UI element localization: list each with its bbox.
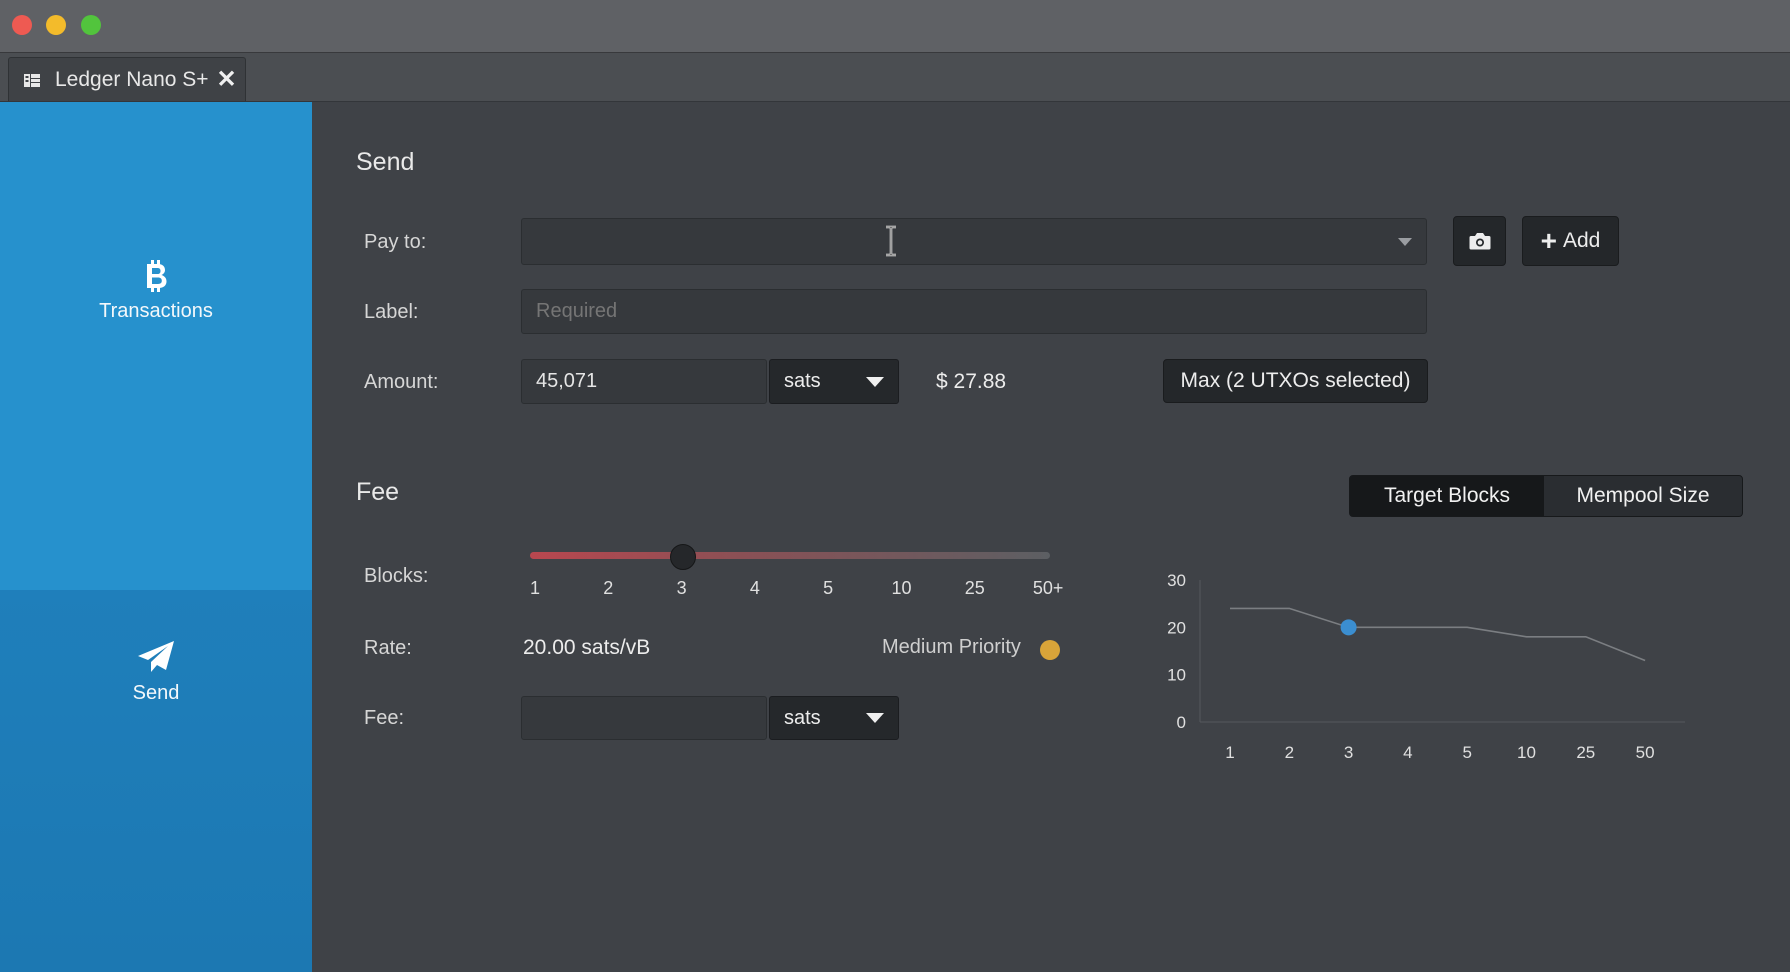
chart-series-line xyxy=(1230,607,1646,662)
chart-selected-point xyxy=(1340,619,1357,636)
bitcoin-icon xyxy=(147,260,167,292)
label-input[interactable] xyxy=(521,289,1427,334)
pay-to-input[interactable] xyxy=(521,218,1427,265)
blocks-tick-label: 2 xyxy=(603,578,614,598)
chart-x-tick-label: 1 xyxy=(1225,743,1234,762)
window-maximize-button[interactable] xyxy=(81,15,101,35)
fee-rate-chart: 0 10 20 30 1 2 3 4 5 10 25 50 xyxy=(1167,571,1685,762)
chart-x-tick-label: 25 xyxy=(1576,743,1595,762)
text-cursor-icon xyxy=(884,225,898,263)
sidebar: Transactions Send xyxy=(0,102,312,972)
blocks-tick-label: 10 xyxy=(891,578,912,598)
wallet-icon xyxy=(23,71,41,89)
priority-indicator xyxy=(1040,640,1060,660)
blocks-tick-label: 3 xyxy=(676,578,687,598)
scan-qr-button[interactable] xyxy=(1453,216,1506,266)
add-recipient-button[interactable]: + Add xyxy=(1522,216,1619,266)
target-blocks-toggle[interactable]: Target Blocks xyxy=(1350,476,1544,516)
chart-y-tick-label: 0 xyxy=(1177,713,1186,732)
sidebar-item-transactions[interactable]: Transactions xyxy=(0,260,312,323)
rate-label: Rate: xyxy=(364,637,412,659)
blocks-label: Blocks: xyxy=(364,565,429,587)
tab-close-icon[interactable]: ✕ xyxy=(217,67,237,92)
mempool-size-toggle[interactable]: Mempool Size xyxy=(1544,476,1742,516)
window-minimize-button[interactable] xyxy=(46,15,66,35)
tab-bar: Ledger Nano S+ ✕ xyxy=(0,53,1790,102)
chart-x-tick-label: 4 xyxy=(1403,743,1412,762)
blocks-tick-label: 1 xyxy=(529,578,541,598)
sidebar-item-label: Send xyxy=(132,682,180,704)
chart-x-tick-label: 5 xyxy=(1462,743,1471,762)
fee-input[interactable] xyxy=(521,696,767,740)
amount-label: Amount: xyxy=(364,371,439,393)
plus-icon: + xyxy=(1540,225,1557,256)
window-titlebar xyxy=(0,0,1790,53)
blocks-tick-label: 25 xyxy=(964,578,985,598)
camera-icon xyxy=(1469,233,1490,250)
priority-label: Medium Priority xyxy=(882,636,1021,658)
fiat-amount: $ 27.88 xyxy=(936,370,1007,393)
fee-unit-select[interactable]: sats xyxy=(769,696,899,740)
window-close-button[interactable] xyxy=(12,15,32,35)
sidebar-item-send[interactable]: Send xyxy=(0,640,312,705)
chart-y-tick-label: 30 xyxy=(1167,571,1186,590)
tab-wallet[interactable]: Ledger Nano S+ ✕ xyxy=(8,57,246,101)
blocks-tick-label: 4 xyxy=(749,578,760,598)
chart-y-tick-label: 10 xyxy=(1167,666,1186,685)
sidebar-item-label: Transactions xyxy=(99,300,213,322)
fee-field-label: Fee: xyxy=(364,707,405,729)
send-section-title: Send xyxy=(356,148,415,176)
chevron-down-icon xyxy=(866,376,884,387)
chart-x-tick-label: 10 xyxy=(1517,743,1536,762)
amount-unit-select[interactable]: sats xyxy=(769,359,899,404)
amount-input[interactable]: 45,071 xyxy=(521,359,767,404)
paper-plane-icon xyxy=(138,641,174,672)
fee-view-toggle: Target Blocks Mempool Size xyxy=(1349,475,1743,517)
label-field-label: Label: xyxy=(364,301,419,323)
fee-section-title: Fee xyxy=(356,478,400,506)
pay-to-label: Pay to: xyxy=(364,231,427,253)
chart-x-tick-label: 3 xyxy=(1344,743,1353,762)
chevron-down-icon xyxy=(866,713,884,723)
blocks-tick-label: 5 xyxy=(823,578,834,598)
max-button[interactable]: Max (2 UTXOs selected) xyxy=(1163,359,1428,403)
blocks-tick-label: 50+ xyxy=(1032,578,1064,598)
tab-label: Ledger Nano S+ xyxy=(55,67,209,91)
pay-to-dropdown-icon[interactable] xyxy=(1398,238,1412,246)
chart-x-tick-label: 50 xyxy=(1636,743,1655,762)
chart-x-tick-label: 2 xyxy=(1285,743,1294,762)
fee-rate-value: 20.00 sats/vB xyxy=(523,636,651,659)
blocks-slider-track[interactable] xyxy=(530,552,1050,559)
blocks-slider-thumb[interactable] xyxy=(669,544,696,570)
chart-y-tick-label: 20 xyxy=(1167,618,1186,637)
